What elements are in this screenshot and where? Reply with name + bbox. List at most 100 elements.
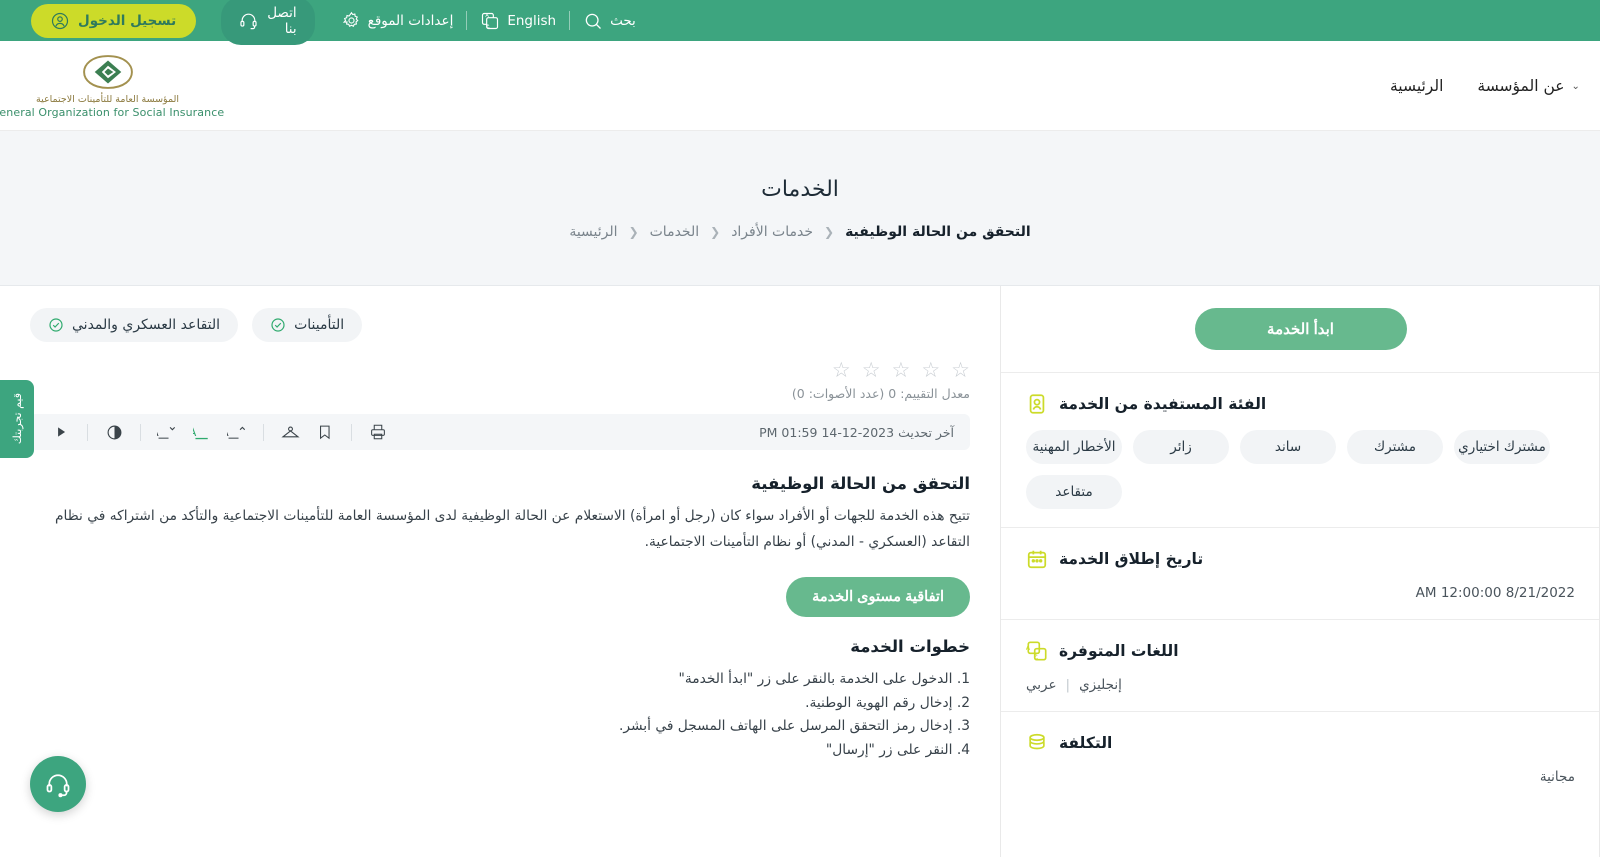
breadcrumb: الرئيسية ❮ الخدمات ❮ خدمات الأفراد ❮ التحقق من… — [569, 224, 1030, 240]
service-side-column: ابدأ الخدمة الفئة المستفيدة من الخدمة ال… — [1000, 286, 1600, 857]
last-update-text: آخر تحديث 2023-12-14 01:59 PM — [759, 424, 954, 440]
contact-us-button[interactable]: اتصل بنا — [221, 0, 315, 45]
language-english: إنجليزي — [1079, 677, 1122, 693]
nav-item-1[interactable]: عن المؤسسة ⌄ — [1477, 77, 1580, 95]
check-circle-icon — [48, 317, 64, 333]
side-section-languages: A ع اللغات المتوفرة عربي | إنجليزي — [1001, 619, 1600, 711]
language-switch-button[interactable]: A ع English — [467, 11, 569, 31]
page-root: تسجيل الدخول اتصل بنا إعدادات الموقع A ع… — [0, 0, 1600, 867]
svg-text:A: A — [227, 426, 229, 439]
page-title: الخدمات — [761, 176, 839, 202]
star-2[interactable]: ☆ — [862, 360, 881, 381]
svg-text:A: A — [1026, 644, 1031, 652]
service-main-column: التقاعد العسكري والمدني التأمينات ☆ ☆ ☆ ☆ ☆ م… — [0, 286, 1000, 857]
side-section-label: الفئة المستفيدة من الخدمة — [1059, 395, 1267, 413]
svg-text:A: A — [193, 425, 196, 439]
breadcrumb-item-0[interactable]: الرئيسية — [569, 224, 617, 240]
font-default-icon[interactable]: A — [187, 419, 217, 445]
share-icon[interactable] — [275, 419, 305, 445]
side-section-label: تاريخ إطلاق الخدمة — [1059, 550, 1204, 568]
beneficiary-chip-4[interactable]: مشترك اختياري — [1454, 430, 1550, 464]
sla-button[interactable]: اتفاقية مستوى الخدمة — [786, 577, 970, 618]
main-navigation: الرئيسيةعن المؤسسة⌄الأنظمة واللوائح⌄الخد… — [1390, 77, 1600, 95]
content-area: التقاعد العسكري والمدني التأمينات ☆ ☆ ☆ ☆ ☆ م… — [0, 286, 1600, 857]
logo-english-text: General Organization for Social Insuranc… — [0, 106, 225, 119]
side-section-launch-date: تاريخ إطلاق الخدمة 8/21/2022 12:00:00 AM — [1001, 527, 1600, 619]
star-3[interactable]: ☆ — [892, 360, 911, 381]
svg-text:ع: ع — [1034, 651, 1038, 659]
search-icon — [583, 11, 603, 31]
font-decrease-icon[interactable]: A — [152, 419, 182, 445]
svg-text:ع: ع — [487, 22, 490, 28]
logo-arabic-text: المؤسسة العامة للتأمينات الاجتماعية — [36, 94, 179, 105]
read-aloud-icon[interactable] — [46, 419, 76, 445]
print-icon[interactable] — [363, 419, 393, 445]
search-label: بحث — [610, 12, 636, 29]
headset-icon — [239, 11, 258, 30]
service-steps-title: خطوات الخدمة — [850, 637, 970, 657]
breadcrumb-separator-icon: ❮ — [710, 224, 721, 239]
service-category-tags: التقاعد العسكري والمدني التأمينات — [30, 308, 970, 342]
contrast-icon[interactable] — [99, 419, 129, 445]
beneficiary-chip-3[interactable]: مشترك — [1347, 430, 1443, 464]
nav-item-0[interactable]: الرئيسية — [1390, 77, 1443, 95]
service-tag-1[interactable]: التأمينات — [252, 308, 363, 342]
service-tag-0[interactable]: التقاعد العسكري والمدني — [30, 308, 239, 342]
beneficiary-chip-0[interactable]: الأخطار المهنية — [1026, 430, 1122, 464]
login-button[interactable]: تسجيل الدخول — [18, 3, 221, 38]
divider — [351, 423, 352, 441]
breadcrumb-item-3: التحقق من الحالة الوظيفية — [845, 223, 1031, 240]
site-settings-label: إعدادات الموقع — [367, 12, 454, 29]
breadcrumb-item-1[interactable]: الخدمات — [650, 224, 700, 240]
breadcrumb-separator-icon: ❮ — [628, 224, 639, 239]
service-tag-label: التأمينات — [294, 317, 345, 333]
start-service-button[interactable]: ابدأ الخدمة — [1194, 308, 1407, 350]
service-rating: ☆ ☆ ☆ ☆ ☆ معدل التقييم: 0 (عدد الأصوات: 0) — [30, 360, 970, 402]
page-banner: الخدمات الرئيسية ❮ الخدمات ❮ خدمات الأفراد ❮ ا… — [0, 131, 1600, 286]
divider — [263, 423, 264, 441]
breadcrumb-item-2[interactable]: خدمات الأفراد — [731, 224, 813, 240]
check-circle-icon — [270, 317, 286, 333]
language-switch-label: English — [507, 12, 557, 29]
side-section-cost: التكلفة مجانية — [1001, 711, 1600, 803]
bookmark-icon[interactable] — [310, 419, 340, 445]
star-4[interactable]: ☆ — [921, 360, 940, 381]
nav-item-label: الرئيسية — [1390, 76, 1444, 95]
divider — [140, 423, 141, 441]
site-settings-button[interactable]: إعدادات الموقع — [329, 11, 467, 30]
translate-icon: A ع — [1026, 640, 1048, 662]
gear-icon — [342, 11, 361, 30]
star-1[interactable]: ☆ — [832, 360, 851, 381]
service-title: التحقق من الحالة الوظيفية — [751, 474, 970, 493]
gosi-logo-icon — [77, 52, 139, 92]
nav-item-label: عن المؤسسة — [1477, 76, 1565, 95]
side-section-label: التكلفة — [1059, 734, 1113, 752]
beneficiary-chip-2[interactable]: ساند — [1240, 430, 1336, 464]
rating-summary: معدل التقييم: 0 (عدد الأصوات: 0) — [791, 386, 970, 401]
contact-us-label: اتصل بنا — [267, 4, 297, 37]
login-button-pill[interactable]: تسجيل الدخول — [31, 3, 197, 38]
support-fab-button[interactable] — [30, 756, 86, 812]
svg-text:A: A — [157, 426, 159, 439]
beneficiary-chip-1[interactable]: زائر — [1133, 430, 1229, 464]
language-arabic: عربي — [1026, 677, 1057, 693]
font-increase-icon[interactable]: A — [222, 419, 252, 445]
service-step-1: 1. الدخول على الخدمة بالنقر على زر "ابدأ… — [678, 671, 970, 688]
beneficiary-chip-5[interactable]: متقاعد — [1026, 475, 1122, 509]
page-toolbar: A A A — [30, 414, 970, 450]
site-header: المؤسسة العامة للتأمينات الاجتماعية Gene… — [0, 41, 1600, 131]
service-step-2: 2. إدخال رقم الهوية الوطنية. — [805, 694, 970, 711]
divider — [466, 11, 468, 30]
beneficiary-badge-icon — [1026, 393, 1048, 415]
feedback-tab-label: قيم تجربتك — [10, 393, 24, 445]
gosi-logo[interactable]: المؤسسة العامة للتأمينات الاجتماعية Gene… — [0, 52, 224, 119]
feedback-tab[interactable]: قيم تجربتك — [0, 380, 34, 458]
toolbar-icon-group: A A A — [46, 419, 393, 445]
service-description: تتيح هذه الخدمة للجهات أو الأفراد سواء ك… — [54, 508, 970, 550]
search-button[interactable]: بحث — [570, 11, 649, 31]
chevron-down-icon: ⌄ — [1571, 81, 1580, 92]
service-step-3: 3. إدخال رمز التحقق المرسل على الهاتف ال… — [618, 718, 970, 735]
star-5[interactable]: ☆ — [951, 360, 970, 381]
cost-value: مجانية — [1539, 769, 1575, 785]
star-rating[interactable]: ☆ ☆ ☆ ☆ ☆ — [832, 360, 970, 381]
